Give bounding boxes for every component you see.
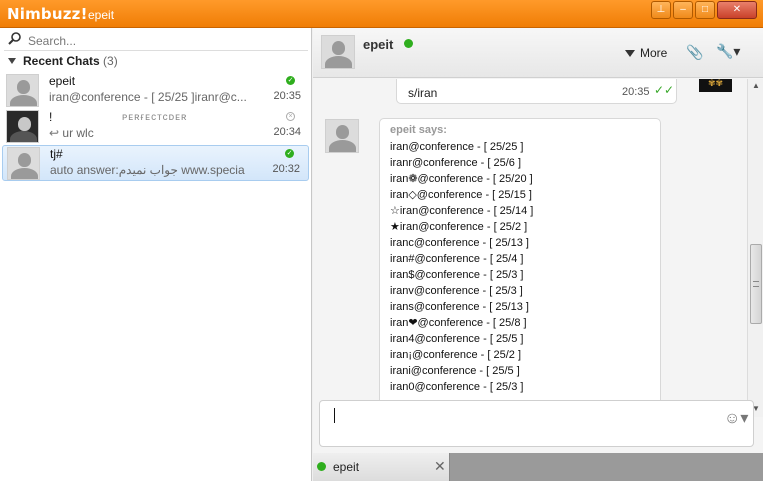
title-bar: Nimbuzz! epeit ⊥ ‒ □ ✕ bbox=[0, 0, 763, 28]
message-line: iran◇@conference - [ 25/15 ] bbox=[390, 189, 532, 201]
minimize-icon[interactable]: ‒ bbox=[673, 1, 693, 19]
restore-icon[interactable]: □ bbox=[695, 1, 715, 19]
online-status-icon: ✓ bbox=[285, 149, 294, 158]
message-line: irans@conference - [ 25/13 ] bbox=[390, 301, 529, 313]
message-line: iran#@conference - [ 25/4 ] bbox=[390, 253, 524, 265]
more-button[interactable]: More bbox=[625, 46, 667, 60]
delivered-check-icon: ✓✓ bbox=[654, 83, 675, 97]
chat-time: 20:35 bbox=[273, 90, 301, 102]
app-logo: Nimbuzz! bbox=[7, 5, 88, 23]
chat-time: 20:34 bbox=[273, 126, 301, 138]
search-input[interactable]: Search... bbox=[28, 34, 76, 48]
reply-arrow-icon: ↩ bbox=[49, 126, 63, 140]
online-status-icon: ✓ bbox=[286, 76, 295, 85]
message-line: iran$@conference - [ 25/3 ] bbox=[390, 269, 524, 281]
sender-says: epeit says: bbox=[390, 124, 447, 136]
chat-time: 20:32 bbox=[272, 163, 300, 175]
chat-name: ! bbox=[49, 110, 53, 124]
chat-item-epeit[interactable]: epeit ✓ iran@conference - [ 25/25 ]iranr… bbox=[2, 73, 309, 109]
chat-name: epeit bbox=[49, 74, 76, 88]
contact-thumbnail: ✾✾ bbox=[699, 79, 732, 92]
message-line: iran@conference - [ 25/25 ] bbox=[390, 141, 524, 153]
scroll-up-icon[interactable]: ▲ bbox=[749, 79, 763, 93]
tab-label: epeit bbox=[333, 460, 360, 474]
title-username: epeit bbox=[88, 8, 115, 22]
message-area: s/iran 20:35 ✓✓ ✾✾ epeit says: iran@conf… bbox=[313, 79, 747, 417]
message-line: iranv@conference - [ 25/3 ] bbox=[390, 285, 523, 297]
message-line: iran¡@conference - [ 25/2 ] bbox=[390, 349, 522, 361]
online-status-icon bbox=[317, 462, 326, 471]
message-line: iranc@conference - [ 25/13 ] bbox=[390, 237, 529, 249]
message-text: s/iran bbox=[408, 86, 438, 100]
message-line: iran0@conference - [ 25/3 ] bbox=[390, 381, 524, 393]
chat-name: tj# bbox=[50, 147, 63, 161]
message-lines: iran@conference - [ 25/25 ] iranr@confer… bbox=[390, 139, 533, 395]
online-status-icon bbox=[404, 39, 413, 48]
search-field[interactable]: Search... bbox=[4, 31, 308, 51]
contacts-panel: Search... Recent Chats (3) epeit ✓ iran@… bbox=[0, 28, 312, 481]
message-line: ★iran@conference - [ 25/2 ] bbox=[390, 221, 528, 233]
contact-avatar bbox=[321, 35, 355, 69]
recent-chats-label: Recent Chats bbox=[23, 54, 100, 68]
text-caret bbox=[334, 408, 335, 423]
dropdown-triangle-icon bbox=[625, 50, 635, 57]
message-time: 20:35 bbox=[622, 86, 650, 98]
scrollbar-thumb[interactable] bbox=[750, 244, 762, 324]
offline-status-icon: × bbox=[286, 112, 295, 121]
avatar bbox=[7, 147, 40, 180]
chat-tab-epeit[interactable]: epeit ✕ bbox=[313, 453, 450, 481]
chat-tab-bar: epeit ✕ bbox=[313, 453, 763, 481]
emoticon-icon[interactable]: ☺▾ bbox=[724, 408, 748, 428]
contact-name: epeit bbox=[363, 37, 394, 52]
received-message: epeit says: iran@conference - [ 25/25 ] … bbox=[379, 118, 661, 417]
message-line: irani@conference - [ 25/5 ] bbox=[390, 365, 520, 377]
chat-status-text: ᴘᴇʀғᴇᴄᴛᴄᴅᴇʀ bbox=[122, 112, 188, 123]
avatar bbox=[6, 110, 39, 143]
message-line: ☆iran@conference - [ 25/14 ] bbox=[390, 205, 534, 217]
message-scrollbar[interactable]: ▲ ▼ bbox=[747, 79, 763, 417]
pin-icon[interactable]: ⊥ bbox=[651, 1, 671, 19]
collapse-triangle-icon[interactable] bbox=[8, 58, 16, 64]
chat-preview: iran@conference - [ 25/25 ]iranr@c... bbox=[49, 90, 247, 104]
conversation-panel: epeit More 📎 🔧▾ s/iran 20:35 ✓✓ ✾✾ epeit… bbox=[313, 28, 763, 481]
close-tab-icon[interactable]: ✕ bbox=[434, 458, 446, 475]
attachment-icon[interactable]: 📎 bbox=[686, 44, 703, 61]
chat-preview: auto answer:جواب نميدم www.special-... bbox=[50, 163, 245, 177]
search-icon bbox=[8, 32, 21, 45]
chat-item-2[interactable]: ! ᴘᴇʀғᴇᴄᴛᴄᴅᴇʀ × ↩ ur wlc 20:34 bbox=[2, 109, 309, 145]
message-input[interactable]: ☺▾ bbox=[319, 400, 754, 447]
conversation-header: epeit More 📎 🔧▾ bbox=[313, 28, 763, 78]
chat-preview-text: ur wlc bbox=[62, 126, 94, 140]
close-icon[interactable]: ✕ bbox=[717, 1, 757, 19]
sent-message: s/iran 20:35 ✓✓ bbox=[396, 79, 677, 104]
message-line: iran4@conference - [ 25/5 ] bbox=[390, 333, 524, 345]
message-line: iran❁@conference - [ 25/20 ] bbox=[390, 173, 533, 185]
window-controls: ⊥ ‒ □ ✕ bbox=[651, 1, 757, 19]
avatar bbox=[6, 74, 39, 107]
wrench-icon[interactable]: 🔧▾ bbox=[716, 43, 740, 60]
message-line: iranr@conference - [ 25/6 ] bbox=[390, 157, 522, 169]
message-line: iran❤@conference - [ 25/8 ] bbox=[390, 317, 527, 329]
recent-chats-header[interactable]: Recent Chats (3) bbox=[8, 54, 118, 68]
chat-item-tj[interactable]: tj# ✓ auto answer:جواب نميدم www.special… bbox=[2, 145, 309, 181]
recent-chats-count: (3) bbox=[103, 54, 118, 68]
more-label: More bbox=[640, 46, 668, 60]
sender-avatar bbox=[325, 119, 359, 153]
chat-preview: ↩ ur wlc bbox=[49, 126, 249, 140]
